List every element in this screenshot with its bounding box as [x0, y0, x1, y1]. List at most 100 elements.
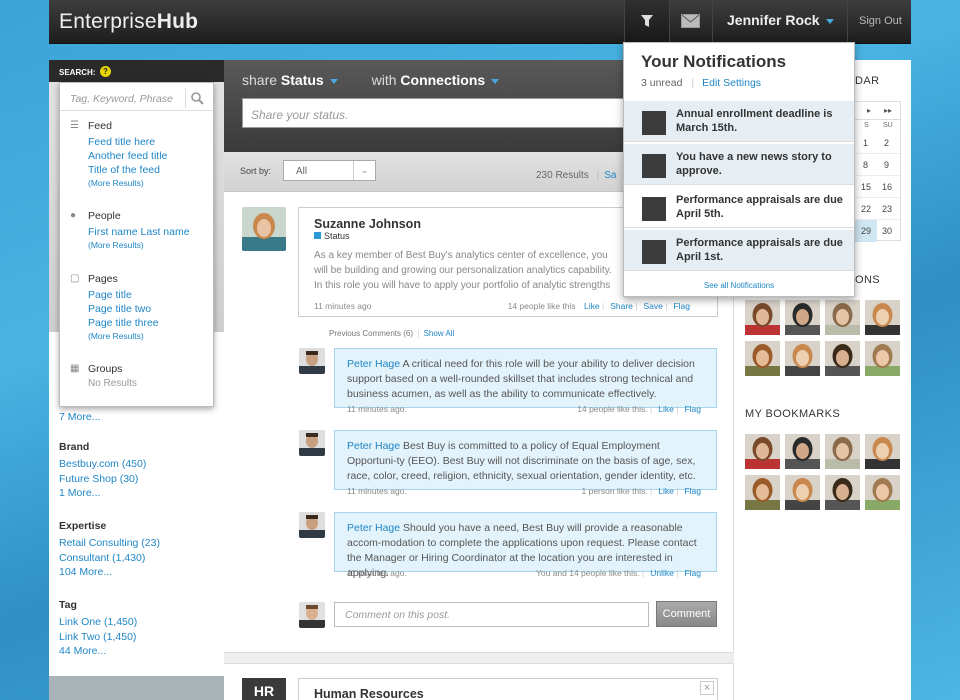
like-link[interactable]: Like — [658, 404, 674, 414]
flag-link[interactable]: Flag — [684, 404, 701, 414]
previous-comments: Previous Comments (6) | Show All — [329, 329, 455, 338]
search-result[interactable]: Page title three — [88, 316, 159, 330]
calendar-day[interactable]: 1 — [863, 138, 868, 148]
search-result[interactable]: Page title — [88, 288, 159, 302]
comment-button[interactable]: Comment — [656, 601, 717, 627]
calendar-day[interactable]: 22 — [861, 204, 871, 214]
calendar-day[interactable]: 2 — [884, 138, 889, 148]
comment-author[interactable]: Peter Hage — [347, 440, 400, 452]
next-month-icon[interactable]: ▸ — [867, 106, 871, 115]
unlike-link[interactable]: Unlike — [650, 568, 674, 578]
avatar[interactable] — [299, 602, 325, 628]
notification-thumbnail — [642, 154, 666, 178]
edit-settings-link[interactable]: Edit Settings — [702, 77, 761, 89]
connection-thumbnail[interactable] — [745, 341, 780, 376]
comment-input[interactable]: Comment on this post. — [334, 602, 649, 627]
connection-thumbnail[interactable] — [825, 434, 860, 469]
search-result[interactable]: Page title two — [88, 302, 159, 316]
calendar-day[interactable]: 23 — [882, 204, 892, 214]
calendar-day[interactable]: 30 — [882, 226, 892, 236]
connection-thumbnail[interactable] — [785, 300, 820, 335]
more-results-link[interactable]: (More Results) — [88, 330, 159, 342]
notification-item[interactable]: You have a new news story to approve. — [624, 143, 854, 185]
facet-expertise: Expertise Retail Consulting (23) Consult… — [59, 520, 160, 580]
more-link[interactable]: 104 More... — [59, 565, 160, 580]
tab-with-connections[interactable]: with Connections — [372, 72, 500, 88]
search-result[interactable]: Title of the feed — [88, 163, 167, 177]
search-input[interactable]: Tag, Keyword, Phrase — [60, 83, 213, 111]
connection-thumbnail[interactable] — [785, 475, 820, 510]
connection-thumbnail[interactable] — [865, 341, 900, 376]
search-result[interactable]: Another feed title — [88, 149, 167, 163]
next-year-icon[interactable]: ▸▸ — [884, 106, 892, 115]
more-results-link[interactable]: (More Results) — [88, 239, 190, 251]
avatar[interactable] — [299, 348, 325, 374]
calendar-weekdays: S SU — [864, 122, 893, 129]
notification-item[interactable]: Performance appraisals are due April 1st… — [624, 229, 854, 271]
comment-author[interactable]: Peter Hage — [347, 358, 400, 370]
facet-link[interactable]: Link One (1,450) — [59, 615, 137, 630]
user-menu[interactable]: Jennifer Rock — [727, 12, 834, 28]
calendar-day[interactable]: 16 — [882, 182, 892, 192]
comment: Peter Hage Best Buy is committed to a po… — [334, 430, 717, 496]
notification-item[interactable]: Annual enrollment deadline is March 15th… — [624, 100, 854, 142]
top-header: EnterpriseHub Jennifer Rock Sign Out — [49, 0, 911, 44]
notification-item[interactable]: Performance appraisals are due April 5th… — [624, 186, 854, 228]
avatar[interactable] — [242, 207, 286, 251]
connection-thumbnail[interactable] — [825, 341, 860, 376]
avatar[interactable] — [299, 430, 325, 456]
more-link[interactable]: 44 More... — [59, 644, 137, 659]
see-all-notifications-link[interactable]: See all Notifications — [624, 281, 854, 290]
search-button[interactable] — [185, 88, 208, 108]
save-link[interactable]: Save — [643, 301, 662, 311]
mail-icon — [681, 14, 700, 28]
calendar-day[interactable]: 8 — [863, 160, 868, 170]
calendar-day-selected[interactable]: 29 — [861, 226, 871, 236]
connection-thumbnail[interactable] — [745, 434, 780, 469]
more-link[interactable]: 1 More... — [59, 486, 146, 501]
facet-link[interactable]: Retail Consulting (23) — [59, 536, 160, 551]
facet-more-prev[interactable]: 7 More... — [59, 410, 100, 425]
calendar-day[interactable]: 15 — [861, 182, 871, 192]
like-link[interactable]: Like — [584, 301, 600, 311]
flag-link[interactable]: Flag — [673, 301, 690, 311]
flag-link[interactable]: Flag — [684, 568, 701, 578]
sign-out-link[interactable]: Sign Out — [859, 15, 902, 27]
search-result[interactable]: Feed title here — [88, 135, 167, 149]
notifications-button[interactable] — [625, 0, 669, 44]
tab-share-status[interactable]: share Status — [242, 72, 338, 88]
facet-tag: Tag Link One (1,450) Link Two (1,450) 44… — [59, 599, 137, 659]
facet-link[interactable]: Bestbuy.com (450) — [59, 457, 146, 472]
connection-thumbnail[interactable] — [825, 475, 860, 510]
more-results-link[interactable]: (More Results) — [88, 177, 167, 189]
more-link[interactable]: 7 More... — [59, 410, 100, 425]
connection-thumbnail[interactable] — [785, 341, 820, 376]
connection-thumbnail[interactable] — [785, 434, 820, 469]
post-author[interactable]: Human Resources — [314, 687, 424, 700]
status-input[interactable]: Share your status. — [242, 98, 642, 128]
post-author[interactable]: Suzanne Johnson — [314, 217, 421, 231]
help-icon[interactable]: ? — [100, 66, 111, 77]
avatar[interactable] — [299, 512, 325, 538]
facet-link[interactable]: Future Shop (30) — [59, 472, 146, 487]
connection-thumbnail[interactable] — [865, 434, 900, 469]
close-icon[interactable]: × — [700, 681, 714, 695]
save-search-link[interactable]: Sa — [604, 170, 616, 181]
flag-link[interactable]: Flag — [684, 486, 701, 496]
show-all-link[interactable]: Show All — [424, 329, 455, 338]
facet-link[interactable]: Link Two (1,450) — [59, 630, 137, 645]
app-logo[interactable]: EnterpriseHub — [59, 10, 198, 34]
connection-thumbnail[interactable] — [745, 300, 780, 335]
calendar-day[interactable]: 9 — [884, 160, 889, 170]
like-link[interactable]: Like — [658, 486, 674, 496]
facet-link[interactable]: Consultant (1,430) — [59, 551, 160, 566]
connection-thumbnail[interactable] — [865, 300, 900, 335]
connection-thumbnail[interactable] — [865, 475, 900, 510]
search-result[interactable]: First name Last name — [88, 225, 190, 239]
mail-button[interactable] — [670, 0, 712, 44]
sort-select[interactable]: All ⌄ — [283, 160, 376, 181]
comment-author[interactable]: Peter Hage — [347, 522, 400, 534]
share-link[interactable]: Share — [610, 301, 633, 311]
connection-thumbnail[interactable] — [825, 300, 860, 335]
connection-thumbnail[interactable] — [745, 475, 780, 510]
